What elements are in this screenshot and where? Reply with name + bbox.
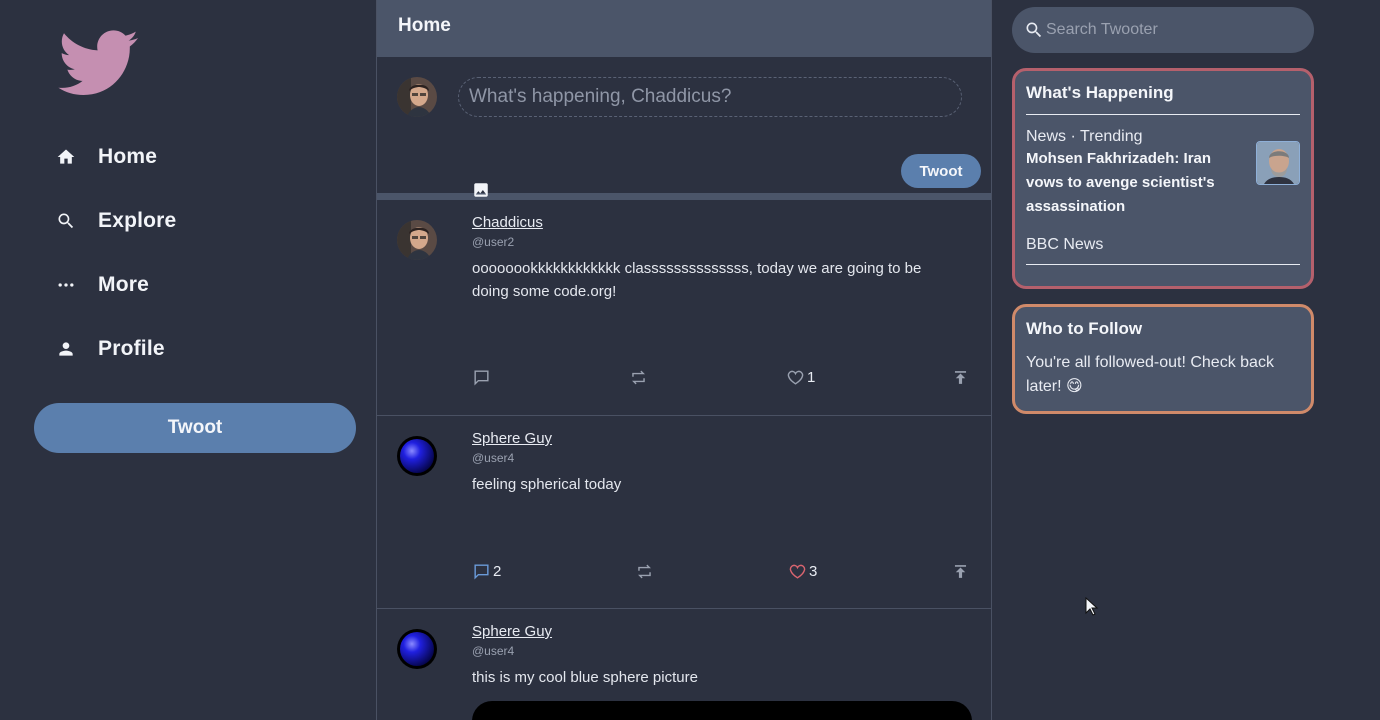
nav-home-label: Home: [98, 145, 158, 168]
whats-happening-card: What's Happening News · Trending Mohsen …: [1012, 68, 1314, 289]
retwoot-button[interactable]: [629, 368, 648, 387]
post-body: Sphere Guy @user4 this is my cool blue s…: [472, 623, 961, 689]
person-icon: [54, 337, 78, 361]
image-icon[interactable]: [472, 181, 490, 199]
avatar[interactable]: [397, 436, 437, 476]
trend-title: Mohsen Fakhrizadeh: Iran vows to avenge …: [1026, 150, 1215, 215]
avatar[interactable]: [397, 629, 437, 669]
comment-button[interactable]: [472, 368, 493, 387]
search-icon: [54, 209, 78, 233]
page-title: Home: [377, 0, 991, 57]
trend-source: BBC News: [1026, 236, 1300, 265]
post-text: feeling spherical today: [472, 476, 622, 493]
who-to-follow-title: Who to Follow: [1026, 319, 1143, 338]
heart-icon: [789, 564, 806, 579]
post: Sphere Guy @user4 this is my cool blue s…: [377, 609, 991, 720]
post-actions: 1: [472, 368, 971, 390]
post-author-name[interactable]: Sphere Guy: [472, 430, 552, 447]
heart-icon: [787, 370, 804, 385]
whats-happening-title: What's Happening: [1026, 83, 1300, 115]
comment-count: 2: [493, 563, 502, 580]
retwoot-icon: [638, 564, 651, 579]
share-button[interactable]: [951, 562, 970, 581]
composer: Twoot: [377, 57, 991, 200]
nav-more[interactable]: More: [54, 265, 314, 305]
avatar[interactable]: [397, 220, 437, 260]
comment-button[interactable]: 2: [472, 562, 501, 581]
nav-profile-label: Profile: [98, 337, 165, 360]
twoot-button[interactable]: Twoot: [34, 403, 356, 453]
nav-explore[interactable]: Explore: [54, 201, 314, 241]
like-button[interactable]: 3: [788, 562, 817, 581]
retwoot-button[interactable]: [635, 562, 654, 581]
avatar[interactable]: [397, 77, 437, 117]
nav-profile[interactable]: Profile: [54, 329, 314, 369]
mouse-cursor-icon: [1085, 597, 1099, 616]
share-button[interactable]: [951, 368, 970, 387]
nav-home[interactable]: Home: [54, 137, 314, 177]
compose-input[interactable]: [458, 77, 962, 117]
nav-more-label: More: [98, 273, 149, 296]
search-bar: [1012, 7, 1314, 53]
bird-logo[interactable]: [58, 30, 140, 98]
compose-twoot-button[interactable]: Twoot: [901, 154, 981, 188]
comment-icon: [474, 370, 489, 386]
share-icon: [954, 565, 967, 578]
post-author-name[interactable]: Sphere Guy: [472, 623, 552, 640]
feed: Home Twoot: [376, 0, 992, 720]
who-to-follow-card: Who to Follow You're all followed-out! C…: [1012, 304, 1314, 414]
search-icon: [1026, 22, 1042, 38]
post-text: this is my cool blue sphere picture: [472, 669, 698, 686]
post-author-handle: @user4: [472, 644, 515, 658]
comment-icon: [474, 564, 489, 580]
post-image[interactable]: [472, 701, 972, 720]
who-to-follow-text: You're all followed-out! Check back late…: [1026, 354, 1274, 395]
app-root: Home Explore More Profile Twoot Home Wha…: [0, 0, 1380, 720]
post: Chaddicus @user2 oooooookkkkkkkkkkkk cla…: [377, 200, 991, 416]
post-body: Chaddicus @user2 oooooookkkkkkkkkkkk cla…: [472, 214, 961, 303]
share-icon: [954, 371, 967, 384]
post-author-name[interactable]: Chaddicus: [472, 214, 543, 231]
post-author-handle: @user4: [472, 451, 515, 465]
post-actions: 2 3: [472, 562, 971, 584]
post-body: Sphere Guy @user4 feeling spherical toda…: [472, 430, 961, 496]
trend-item[interactable]: News · Trending Mohsen Fakhrizadeh: Iran…: [1026, 128, 1300, 265]
more-icon: [54, 273, 78, 297]
trend-thumbnail: [1256, 141, 1300, 185]
like-button[interactable]: 1: [786, 368, 815, 387]
search-input[interactable]: [1046, 7, 1306, 53]
like-count: 1: [807, 369, 816, 386]
home-icon: [54, 145, 78, 169]
post-text: oooooookkkkkkkkkkkk classssssssssssss, t…: [472, 260, 922, 300]
nav-explore-label: Explore: [98, 209, 177, 232]
post-author-handle: @user2: [472, 235, 515, 249]
sidebar: Home Explore More Profile Twoot: [0, 0, 376, 720]
like-count: 3: [809, 563, 818, 580]
retwoot-icon: [632, 370, 645, 385]
post: Sphere Guy @user4 feeling spherical toda…: [377, 416, 991, 609]
